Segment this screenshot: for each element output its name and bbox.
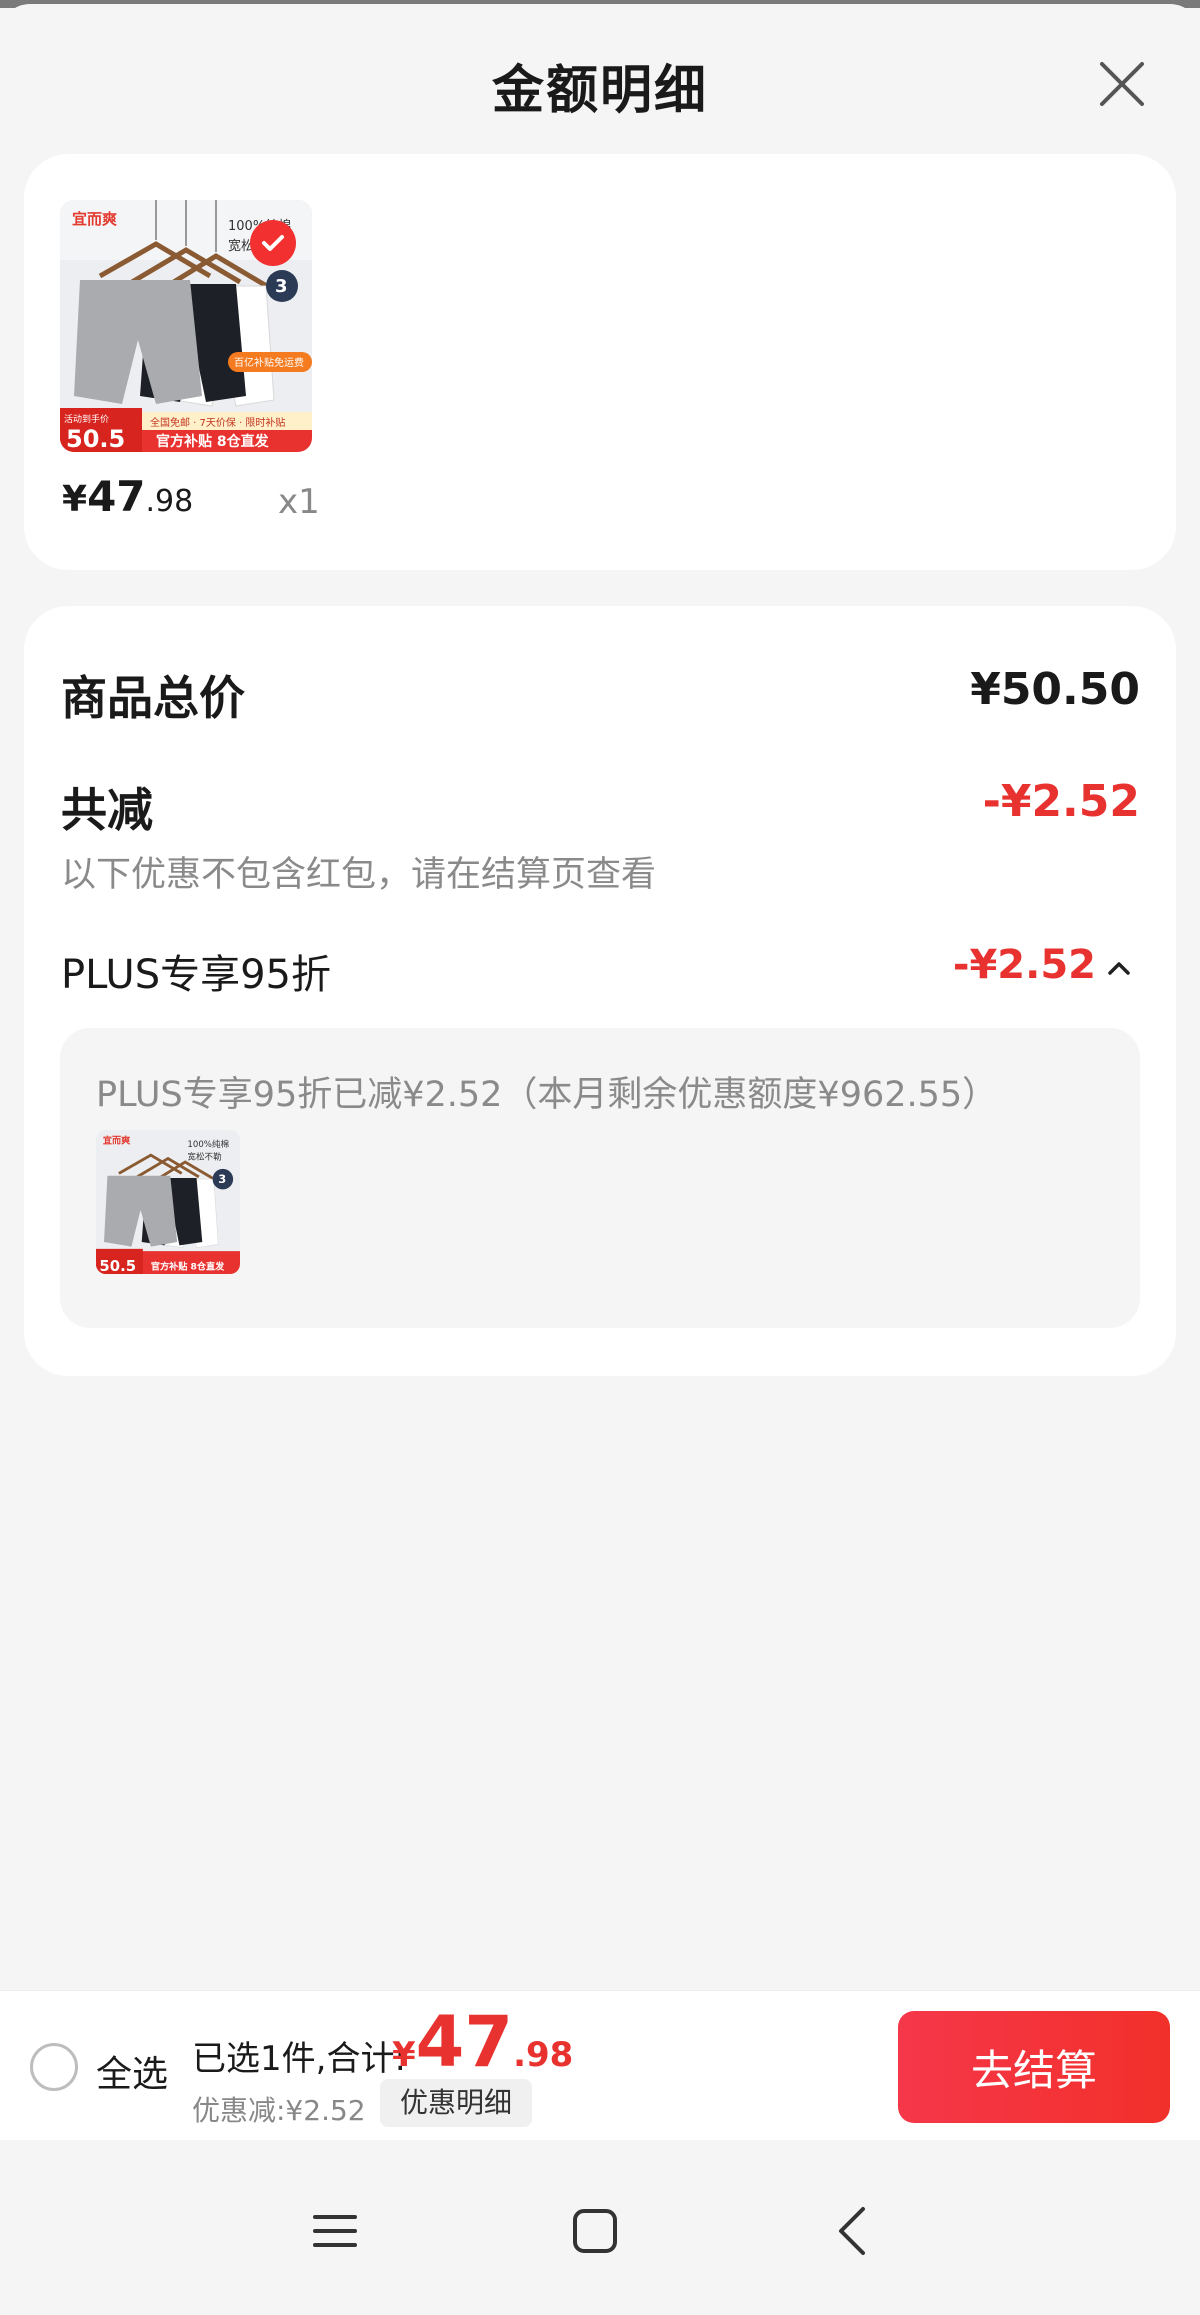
reduce-value: -¥2.52 (982, 776, 1140, 827)
back-button[interactable] (820, 2196, 890, 2266)
system-nav-bar (0, 2140, 1200, 2315)
product-price: ¥47.98 (62, 472, 193, 521)
plus-product-photo: 宜而爽 100%纯棉 宽松不勒 3 50.5 官方补贴 8仓直发 (96, 1130, 240, 1274)
plus-count-badge-num: 3 (218, 1172, 226, 1186)
sheet-header: 金额明细 (0, 4, 1200, 154)
brand-text: 宜而爽 (72, 210, 117, 228)
discount-amount: 优惠减:¥2.52 (192, 2094, 366, 2127)
checkmark-icon (262, 235, 284, 251)
checkout-bar: 全选 已选1件,合计: ¥47.98 优惠减:¥2.52 优惠明细 去结算 (0, 1990, 1200, 2140)
price-summary-card: 商品总价 ¥50.50 共减 -¥2.52 以下优惠不包含红包，请在结算页查看 … (24, 606, 1176, 1376)
total-label: 商品总价 (61, 671, 245, 725)
discount-detail-button[interactable]: 优惠明细 (380, 2079, 533, 2127)
discount-note: 以下优惠不包含红包，请在结算页查看 (61, 855, 657, 895)
free-ship-text: 百亿补贴免运费 (234, 356, 304, 369)
menu-button[interactable] (300, 2196, 370, 2266)
plus-discount-label: PLUS专享95折 (61, 952, 331, 998)
promo-price-text: 50.5 (66, 425, 125, 452)
close-button[interactable] (1094, 56, 1150, 112)
plus-tag-text-1: 100%纯棉 (187, 1138, 229, 1150)
promo-line-text: 全国免邮 · 7天价保 · 限时补贴 (150, 416, 285, 429)
count-badge-num: 3 (275, 276, 288, 297)
plus-detail-text: PLUS专享95折已减¥2.52（本月剩余优惠额度¥962.55） (96, 1075, 998, 1115)
plus-product-image: 宜而爽 100%纯棉 宽松不勒 3 50.5 官方补贴 8仓直发 (96, 1130, 240, 1274)
select-all-radio[interactable] (30, 2043, 78, 2091)
amount-detail-sheet: 金额明细 宜而爽 100%纯棉 宽松不勒 (0, 4, 1200, 2315)
product-quantity: x1 (278, 482, 320, 522)
checkout-total: ¥47.98 (392, 2001, 573, 2083)
close-icon (1100, 62, 1144, 106)
product-image[interactable]: 宜而爽 100%纯棉 宽松不勒 3 百亿补贴免运费 (60, 200, 312, 452)
total-integer: 47 (415, 2001, 514, 2083)
chevron-up-icon[interactable] (1106, 958, 1132, 978)
menu-icon (313, 2215, 357, 2247)
total-symbol: ¥ (392, 2035, 416, 2075)
total-value: ¥50.50 (970, 664, 1140, 715)
back-icon (839, 2207, 865, 2255)
plus-subsidy-text: 官方补贴 8仓直发 (151, 1260, 225, 1272)
select-all-label[interactable]: 全选 (96, 2045, 168, 2097)
page-title: 金额明细 (491, 61, 708, 121)
promo-label-text: 活动到手价 (64, 413, 109, 425)
selected-info: 已选1件,合计: (192, 2039, 406, 2079)
product-card: 宜而爽 100%纯棉 宽松不勒 3 百亿补贴免运费 (24, 154, 1176, 570)
home-icon (573, 2209, 617, 2253)
reduce-label: 共减 (61, 783, 153, 837)
total-decimal: .98 (513, 2035, 574, 2075)
plus-brand-text: 宜而爽 (103, 1135, 131, 1147)
plus-discount-value[interactable]: -¥2.52 (953, 942, 1096, 988)
price-decimal: .98 (145, 484, 194, 519)
price-symbol: ¥ (62, 479, 88, 520)
checkout-button[interactable]: 去结算 (898, 2011, 1170, 2123)
home-button[interactable] (560, 2196, 630, 2266)
price-integer: 47 (87, 472, 146, 521)
subsidy-text: 官方补贴 8仓直发 (156, 433, 270, 450)
plus-tag-text-2: 宽松不勒 (187, 1151, 221, 1163)
selected-check-icon[interactable] (250, 220, 296, 266)
plus-promo-price-text: 50.5 (99, 1257, 136, 1274)
